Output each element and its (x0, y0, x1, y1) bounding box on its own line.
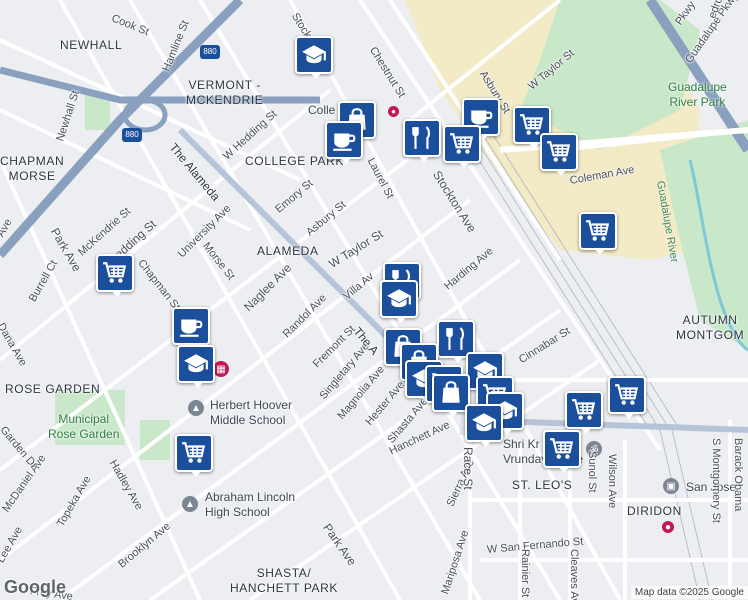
marker-grocery-5[interactable] (96, 254, 134, 297)
area-newhall: NEWHALL (60, 38, 123, 52)
school-icon (302, 45, 326, 64)
restaurant-icon (446, 327, 464, 350)
marker-school-4[interactable] (465, 404, 503, 447)
park-rose-garden: Municipal Rose Garden (48, 412, 120, 441)
marker-grocery-9[interactable] (543, 430, 581, 473)
map-canvas[interactable]: NEWHALL VERMONT - MCKENDRIE COLLEGE PARK … (0, 0, 748, 600)
grocery-cart-icon (572, 399, 596, 420)
marker-school-1[interactable] (295, 36, 333, 79)
highway-880-shield-2: 880 (122, 128, 142, 142)
coffee-icon (333, 133, 356, 151)
grocery-cart-icon (182, 442, 206, 463)
marker-restaurant-1[interactable] (403, 119, 441, 162)
school-icon (387, 289, 411, 308)
marker-grocery-3[interactable] (540, 133, 578, 176)
train-icon-2: ● (662, 521, 674, 533)
street-wilson: Wilson Ave (606, 454, 618, 509)
highway-880-shield: 880 (200, 45, 220, 59)
marker-grocery-2[interactable] (443, 125, 481, 168)
street-rainier: Rainier St (519, 549, 531, 598)
street-montgomery: S Montgomery St (710, 438, 722, 523)
shopping-bag-icon (442, 381, 460, 403)
restaurant-icon (412, 126, 430, 149)
area-alameda: ALAMEDA (257, 244, 319, 258)
marker-school-3[interactable] (177, 345, 215, 388)
place-lincoln: Abraham Lincoln High School (205, 490, 296, 519)
museum-icon: ▦ (213, 361, 229, 377)
train-icon: ● (388, 106, 399, 117)
street-sunol: Sunol St (586, 451, 598, 493)
area-vermont-mckendrie: VERMONT - MCKENDRIE (186, 78, 264, 107)
grocery-cart-icon (550, 438, 574, 459)
marker-school-2[interactable] (380, 280, 418, 323)
grocery-cart-icon (547, 141, 571, 162)
area-st-leos: ST. LEO'S (512, 478, 573, 492)
street-barack: Barack Obama (732, 438, 744, 512)
marker-grocery-8[interactable] (608, 376, 646, 419)
map-attribution: Map data ©2025 Google (630, 586, 748, 599)
school-icon (472, 413, 496, 432)
school-icon (184, 354, 208, 373)
marker-coffee-1[interactable] (325, 121, 363, 164)
marker-coffee-3[interactable] (172, 307, 210, 350)
school-place-icon: ▲ (188, 400, 204, 416)
school-place-icon-2: ▲ (182, 496, 198, 512)
street-race: Race St (461, 447, 475, 490)
station-icon: ▣ (663, 478, 679, 494)
area-shasta-hanchett: SHASTA/HANCHETT PARK (230, 566, 339, 595)
area-rose-garden: ROSE GARDEN (5, 382, 101, 396)
street-cleaves: Cleaves Ave (568, 549, 580, 600)
marker-grocery-7[interactable] (565, 391, 603, 434)
coffee-icon (180, 319, 203, 337)
place-hoover: Herbert Hoover Middle School (210, 398, 293, 427)
google-logo[interactable]: Google (4, 577, 66, 598)
grocery-cart-icon (615, 384, 639, 405)
park-guadalupe: Guadalupe River Park (668, 80, 727, 109)
grocery-cart-icon (586, 220, 610, 241)
area-diridon: DIRIDON (627, 504, 682, 518)
grocery-cart-icon (103, 262, 127, 283)
area-chapman-morse: CHAPMAN MORSE (0, 154, 65, 183)
grocery-cart-icon (450, 133, 474, 154)
marker-grocery-6[interactable] (175, 434, 213, 477)
marker-grocery-4[interactable] (579, 212, 617, 255)
area-autumn-montgomery: AUTUMN MONTGOM (676, 313, 745, 342)
